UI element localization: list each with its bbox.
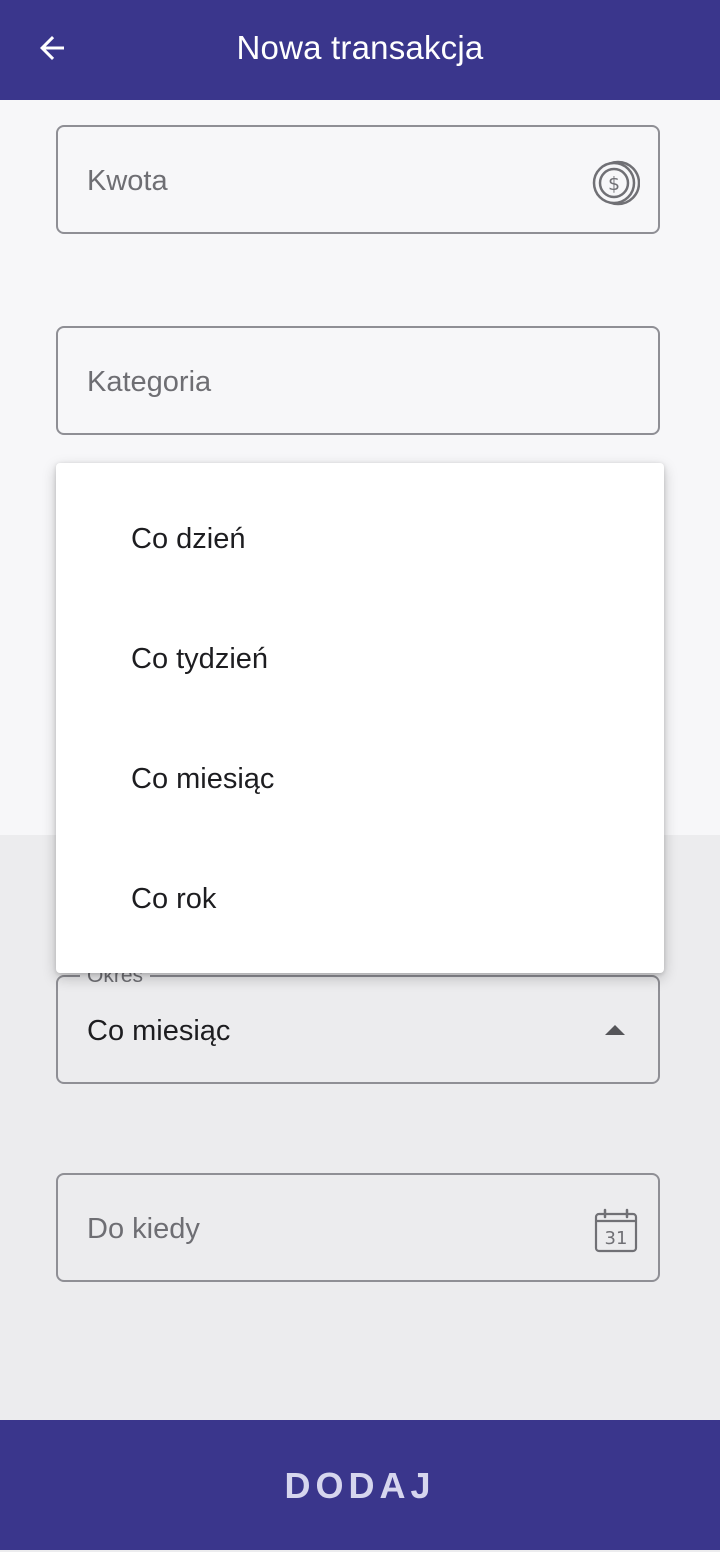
- svg-text:$: $: [608, 173, 620, 195]
- period-options-menu: Co dzień Co tydzień Co miesiąc Co rok: [56, 463, 664, 973]
- calendar-icon[interactable]: 31: [592, 1207, 640, 1255]
- page-title: Nowa transakcja: [236, 29, 484, 66]
- category-field[interactable]: Kategoria: [56, 326, 660, 435]
- until-date-placeholder: Do kiedy: [87, 1213, 200, 1245]
- until-date-field[interactable]: Do kiedy 31: [56, 1173, 660, 1282]
- add-button[interactable]: DODAJ: [0, 1420, 720, 1550]
- app-bar: Nowa transakcja: [0, 0, 720, 100]
- period-option-monthly[interactable]: Co miesiąc: [56, 719, 664, 839]
- calendar-day-number: 31: [605, 1228, 628, 1249]
- category-placeholder: Kategoria: [87, 366, 212, 398]
- coin-dollar-icon: $: [592, 160, 640, 206]
- arrow-drop-up-icon: [605, 1025, 625, 1035]
- amount-field[interactable]: Kwota $: [56, 125, 660, 234]
- period-selected-value: Co miesiąc: [87, 1015, 231, 1047]
- period-dropdown[interactable]: Okres Co miesiąc: [56, 963, 660, 1084]
- period-option-weekly[interactable]: Co tydzień: [56, 599, 664, 719]
- amount-placeholder: Kwota: [87, 165, 168, 197]
- period-option-daily[interactable]: Co dzień: [56, 479, 664, 599]
- period-option-yearly[interactable]: Co rok: [56, 839, 664, 959]
